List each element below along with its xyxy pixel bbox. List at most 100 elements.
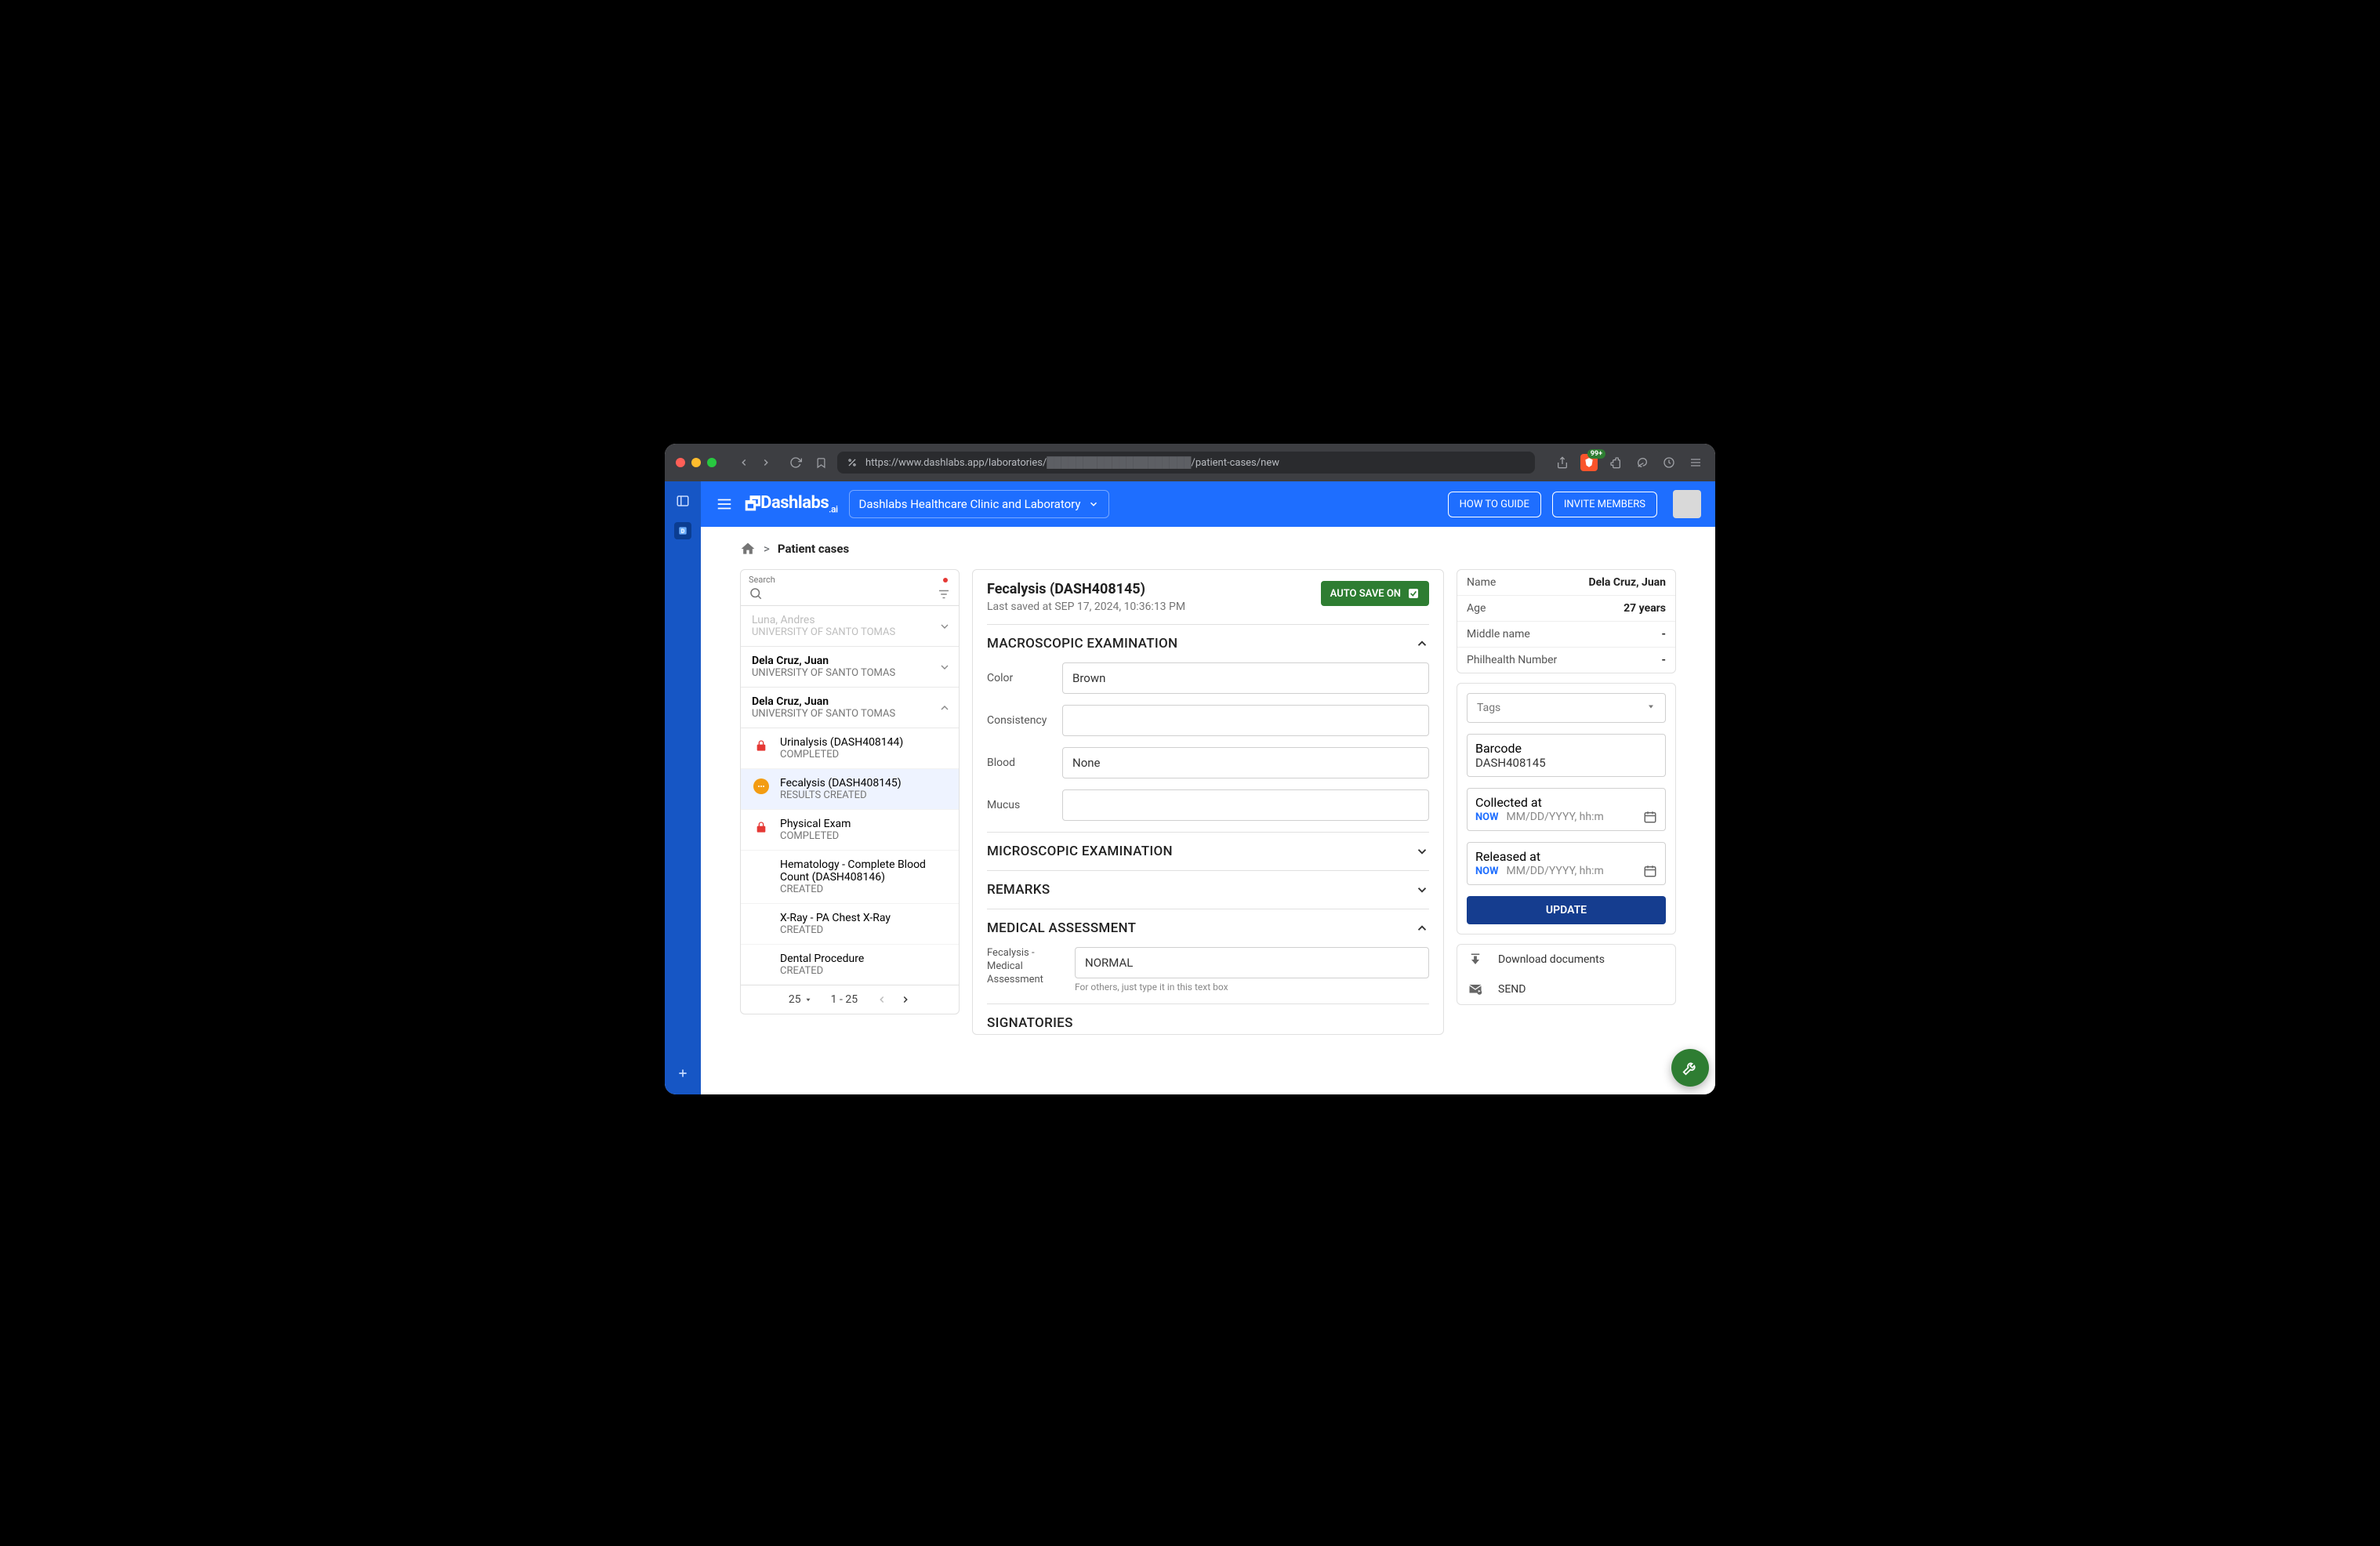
send-action[interactable]: SEND (1457, 974, 1675, 1004)
search-input[interactable] (749, 586, 951, 601)
consistency-input[interactable] (1062, 705, 1429, 736)
update-button[interactable]: UPDATE (1467, 896, 1666, 924)
home-icon[interactable] (740, 541, 756, 557)
datetime-input[interactable]: MM/DD/YYYY, hh:m (1507, 811, 1635, 823)
bookmark-button[interactable] (812, 454, 829, 471)
chevron-up-icon (938, 702, 951, 714)
download-icon (1468, 953, 1484, 967)
clock-icon[interactable] (1660, 454, 1678, 471)
extensions-icon[interactable] (1607, 454, 1624, 471)
case-item[interactable]: Dela Cruz, Juan UNIVERSITY OF SANTO TOMA… (741, 647, 959, 688)
test-item[interactable]: X-Ray - PA Chest X-Ray CREATED (741, 904, 959, 945)
form-title: Fecalysis (DASH408145) (987, 581, 1185, 597)
now-button[interactable]: NOW (1475, 866, 1499, 877)
traffic-lights[interactable] (676, 458, 717, 467)
test-item[interactable]: Hematology - Complete Blood Count (DASH4… (741, 851, 959, 904)
app-tab-icon[interactable]: D (674, 522, 691, 539)
test-item-active[interactable]: Fecalysis (DASH408145) RESULTS CREATED (741, 769, 959, 810)
info-value: - (1661, 628, 1666, 641)
reload-button[interactable] (787, 454, 804, 471)
field-label: Consistency (987, 714, 1053, 727)
test-status: COMPLETED (780, 830, 951, 842)
test-title: Hematology - Complete Blood Count (DASH4… (780, 858, 951, 884)
calendar-icon[interactable] (1643, 810, 1657, 824)
case-org: UNIVERSITY OF SANTO TOMAS (752, 708, 948, 720)
blood-input[interactable] (1062, 747, 1429, 778)
maximize-window[interactable] (707, 458, 717, 467)
page-prev-button[interactable] (876, 994, 887, 1005)
send-icon (1468, 982, 1484, 996)
case-item-expanded[interactable]: Dela Cruz, Juan UNIVERSITY OF SANTO TOMA… (741, 688, 959, 728)
hamburger-menu-icon[interactable] (715, 495, 734, 514)
mucus-input[interactable] (1062, 789, 1429, 821)
chevron-up-icon (1415, 637, 1429, 651)
site-settings-icon[interactable] (847, 457, 858, 468)
action-label: Download documents (1498, 953, 1605, 966)
assessment-input[interactable] (1075, 947, 1429, 978)
field-label: Blood (987, 757, 1053, 769)
help-fab[interactable] (1671, 1049, 1709, 1087)
color-input[interactable] (1062, 662, 1429, 694)
details-panel: NameDela Cruz, Juan Age27 years Middle n… (1457, 569, 1676, 1005)
close-window[interactable] (676, 458, 685, 467)
org-selector[interactable]: Dashlabs Healthcare Clinic and Laborator… (849, 490, 1110, 518)
section-microscopic: MICROSCOPIC EXAMINATION (987, 832, 1429, 870)
minimize-window[interactable] (691, 458, 701, 467)
case-name: Dela Cruz, Juan (752, 695, 948, 708)
section-medical-assessment: MEDICAL ASSESSMENT Fecalysis - Medical A… (987, 909, 1429, 1003)
section-header[interactable]: SIGNATORIES (987, 1015, 1429, 1031)
info-key: Name (1467, 576, 1496, 589)
test-status: CREATED (780, 965, 951, 977)
test-item[interactable]: Urinalysis (DASH408144) COMPLETED (741, 728, 959, 769)
chevron-down-icon (1415, 883, 1429, 897)
field-legend: Collected at (1475, 795, 1542, 810)
section-header[interactable]: MEDICAL ASSESSMENT (987, 920, 1429, 936)
lock-icon (753, 819, 769, 835)
autosave-toggle[interactable]: AUTO SAVE ON (1321, 581, 1429, 606)
panel-toggle-icon[interactable] (674, 492, 691, 510)
chevron-down-icon (938, 661, 951, 673)
page-size-selector[interactable]: 25 (789, 993, 812, 1006)
menu-icon[interactable] (1687, 454, 1704, 471)
back-button[interactable] (735, 454, 753, 471)
org-name: Dashlabs Healthcare Clinic and Laborator… (859, 497, 1081, 511)
barcode-field[interactable]: Barcode DASH408145 (1467, 734, 1666, 777)
test-title: Dental Procedure (780, 953, 951, 965)
field-label: Mucus (987, 799, 1053, 811)
url-text: https://www.dashlabs.app/laboratories/██… (865, 456, 1279, 469)
section-header[interactable]: REMARKS (987, 882, 1429, 898)
section-header[interactable]: MICROSCOPIC EXAMINATION (987, 844, 1429, 859)
info-key: Philhealth Number (1467, 654, 1557, 666)
test-title: X-Ray - PA Chest X-Ray (780, 912, 951, 924)
how-to-guide-button[interactable]: HOW TO GUIDE (1448, 492, 1541, 517)
filter-icon[interactable] (937, 587, 951, 601)
section-signatories: SIGNATORIES (987, 1003, 1429, 1034)
share-icon[interactable] (1554, 454, 1571, 471)
page-next-button[interactable] (900, 994, 911, 1005)
brave-shields-badge[interactable]: 99+ (1580, 454, 1598, 471)
datetime-input[interactable]: MM/DD/YYYY, hh:m (1507, 865, 1635, 877)
test-item[interactable]: Dental Procedure CREATED (741, 945, 959, 985)
case-item[interactable]: Luna, Andres UNIVERSITY OF SANTO TOMAS (741, 606, 959, 647)
tags-dropdown[interactable]: Tags (1467, 693, 1666, 723)
field-label: Fecalysis - Medical Assessment (987, 947, 1065, 987)
now-button[interactable]: NOW (1475, 811, 1499, 823)
calendar-icon[interactable] (1643, 864, 1657, 878)
logo[interactable]: 🗗Dashlabs.ai (745, 489, 838, 519)
svg-text:D: D (681, 528, 685, 535)
tools-icon (1682, 1059, 1699, 1076)
avatar[interactable] (1673, 490, 1701, 518)
chevron-down-icon (938, 620, 951, 633)
test-item[interactable]: Physical Exam COMPLETED (741, 810, 959, 851)
section-header[interactable]: MACROSCOPIC EXAMINATION (987, 636, 1429, 651)
download-documents-action[interactable]: Download documents (1457, 945, 1675, 974)
search-icon (749, 586, 763, 601)
forward-button[interactable] (757, 454, 775, 471)
released-at-field: Released at NOW MM/DD/YYYY, hh:m (1467, 842, 1666, 885)
add-tab-icon[interactable] (674, 1065, 691, 1082)
address-bar[interactable]: https://www.dashlabs.app/laboratories/██… (837, 452, 1535, 474)
info-value: Dela Cruz, Juan (1588, 576, 1666, 589)
invite-members-button[interactable]: INVITE MEMBERS (1552, 492, 1657, 517)
leaf-icon[interactable] (1634, 454, 1651, 471)
field-legend: Barcode (1475, 741, 1522, 756)
